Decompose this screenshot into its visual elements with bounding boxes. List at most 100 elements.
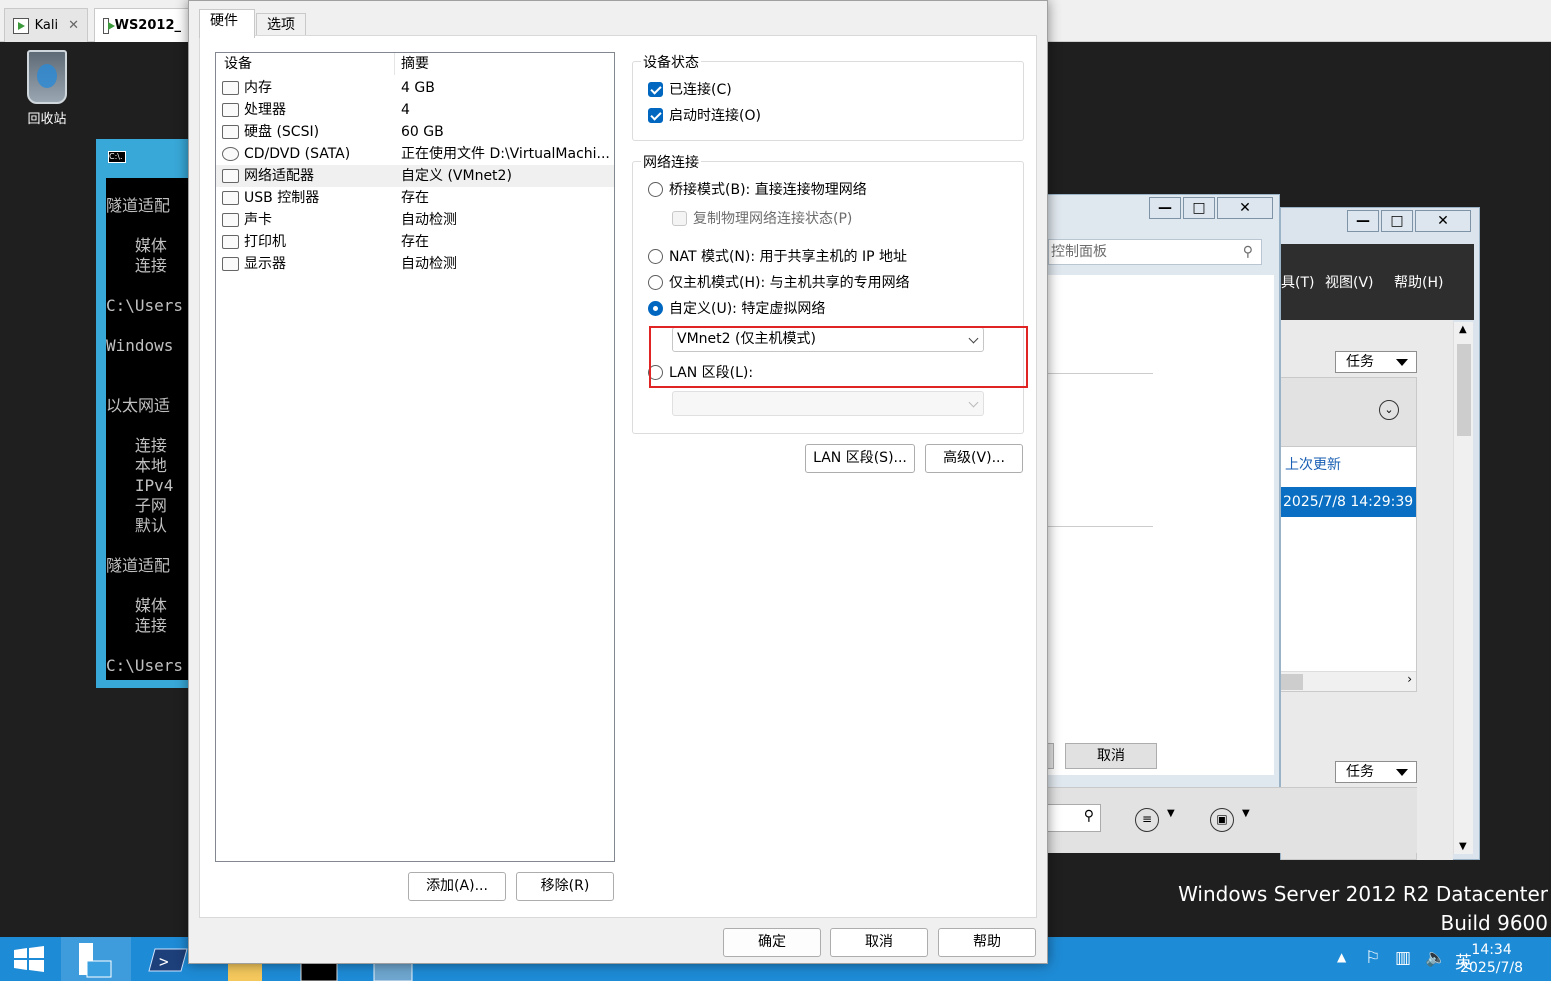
horizontal-scrollbar[interactable]: › [1281, 671, 1416, 691]
console-titlebar[interactable]: C:\. [96, 139, 196, 175]
add-device-button[interactable]: 添加(A)... [408, 872, 506, 901]
harddisk-icon [222, 125, 239, 139]
tab-hardware[interactable]: 硬件 [199, 9, 255, 38]
control-panel-search-input[interactable]: 控制面板 ⚲ [1048, 239, 1262, 265]
scrollbar-thumb[interactable] [1281, 674, 1303, 690]
tasks-dropdown[interactable]: 任务 [1335, 351, 1417, 373]
host-only-radio[interactable]: 仅主机模式(H): 与主机共享的专用网络 [648, 272, 910, 292]
expand-icon[interactable]: ⌄ [1379, 400, 1399, 420]
device-name: 打印机 [244, 234, 286, 250]
cancel-button[interactable]: 取消 [830, 928, 928, 957]
device-row-harddisk[interactable]: 硬盘 (SCSI) 60 GB [216, 121, 614, 143]
console-window[interactable]: C:\. 隧道适配 媒体 连接 C:\Users Windows 以太网适 连接… [96, 139, 196, 688]
vm-tab-label: WS2012_ [114, 18, 181, 33]
taskbar-server-manager[interactable] [61, 937, 131, 981]
vm-settings-dialog[interactable]: 硬件 选项 设备 摘要 内存 4 GB 处理器 4 硬盘 (SCSI) 60 G… [188, 0, 1048, 964]
device-row-cpu[interactable]: 处理器 4 [216, 99, 614, 121]
vm-tab-kali[interactable]: Kali ✕ [4, 8, 88, 42]
clock[interactable]: 14:34 2025/7/8 [1460, 941, 1523, 977]
list-options-icon[interactable]: ≡ [1135, 808, 1159, 832]
device-row-network-adapter[interactable]: 网络适配器 自定义 (VMnet2) [216, 165, 614, 187]
chevron-right-icon[interactable]: › [1407, 672, 1412, 686]
device-row-display[interactable]: 显示器 自动检测 [216, 253, 614, 275]
clock-date: 2025/7/8 [1460, 960, 1523, 976]
nat-radio[interactable]: NAT 模式(N): 用于共享主机的 IP 地址 [648, 246, 907, 266]
ok-button[interactable]: 确定 [723, 928, 821, 957]
action-center-flag-icon[interactable]: ⚐ [1365, 948, 1380, 968]
tab-options[interactable]: 选项 [256, 13, 306, 37]
checkbox-checked-icon[interactable] [648, 81, 663, 97]
recycle-bin[interactable]: 回收站 [12, 50, 82, 127]
column-header-last-update[interactable]: 上次更新 [1285, 454, 1341, 474]
device-list-header: 设备 摘要 [216, 53, 614, 75]
minimize-button[interactable]: — [1149, 197, 1181, 219]
show-hidden-icons-icon[interactable]: ▲ [1337, 950, 1346, 964]
close-icon[interactable]: ✕ [68, 18, 79, 33]
close-button[interactable]: ✕ [1217, 197, 1273, 219]
svg-text:>: > [159, 952, 169, 971]
custom-radio[interactable]: 自定义(U): 特定虚拟网络 [648, 298, 825, 318]
control-panel-window[interactable]: — □ ✕ 控制面板 ⚲ 取消 [1047, 194, 1280, 791]
group-title: 设备状态 [641, 52, 701, 72]
annotation-highlight-box [649, 326, 1028, 388]
ok-button-partial[interactable] [1048, 743, 1054, 769]
tasks-dropdown-2[interactable]: 任务 [1335, 761, 1417, 783]
connect-at-power-on-checkbox[interactable]: 启动时连接(O) [648, 105, 761, 125]
column-header-device[interactable]: 设备 [224, 53, 252, 75]
column-divider[interactable] [394, 53, 395, 75]
vm-tab-ws2012[interactable]: WS2012_ [94, 8, 190, 42]
search-icon[interactable]: ⚲ [1243, 240, 1253, 264]
os-watermark: Windows Server 2012 R2 Datacenter Build … [1178, 880, 1548, 938]
chevron-down-icon[interactable]: ▼ [1459, 841, 1467, 852]
scrollbar-thumb[interactable] [1457, 344, 1471, 436]
caret-down-icon[interactable]: ▼ [1167, 808, 1175, 819]
device-name: CD/DVD (SATA) [244, 146, 351, 162]
radio-icon[interactable] [648, 181, 663, 197]
cancel-button[interactable]: 取消 [1065, 743, 1157, 769]
radio-icon[interactable] [648, 248, 663, 264]
search-icon[interactable]: ⚲ [1084, 808, 1094, 824]
event-list: 上次更新 2025/7/8 14:29:39 › [1281, 447, 1417, 692]
advanced-button[interactable]: 高级(V)... [925, 444, 1023, 473]
maximize-button[interactable]: □ [1183, 197, 1215, 219]
console-output: 隧道适配 媒体 连接 C:\Users Windows 以太网适 连接 本地 I… [106, 178, 196, 680]
maximize-button[interactable]: □ [1381, 210, 1413, 232]
device-row-usb[interactable]: USB 控制器 存在 [216, 187, 614, 209]
menu-view[interactable]: 视图(V) [1325, 272, 1374, 292]
menu-help[interactable]: 帮助(H) [1394, 272, 1443, 292]
lan-segments-button[interactable]: LAN 区段(S)... [805, 444, 915, 473]
lan-segment-select[interactable] [672, 391, 984, 416]
device-row-printer[interactable]: 打印机 存在 [216, 231, 614, 253]
radio-icon[interactable] [648, 274, 663, 290]
vertical-scrollbar[interactable]: ▲ ▼ [1453, 322, 1473, 854]
connected-checkbox[interactable]: 已连接(C) [648, 79, 732, 99]
radio-label: 自定义(U): 特定虚拟网络 [669, 301, 826, 317]
volume-icon[interactable]: 🔈 [1425, 948, 1446, 968]
save-icon[interactable]: ▣ [1210, 808, 1234, 832]
remove-device-button[interactable]: 移除(R) [516, 872, 614, 901]
server-manager-window[interactable]: — □ ✕ 具(T) 视图(V) 帮助(H) 任务 ⌄ 上次更新 2025/7/… [1280, 207, 1480, 860]
device-row-sound[interactable]: 声卡 自动检测 [216, 209, 614, 231]
device-name: 网络适配器 [244, 168, 314, 184]
help-button[interactable]: 帮助 [938, 928, 1036, 957]
network-status-icon[interactable]: ▥ [1395, 948, 1411, 968]
close-button[interactable]: ✕ [1415, 210, 1471, 232]
device-row-memory[interactable]: 内存 4 GB [216, 77, 614, 99]
column-header-summary[interactable]: 摘要 [401, 53, 611, 75]
table-row[interactable]: 2025/7/8 14:29:39 [1281, 487, 1416, 517]
caret-down-icon[interactable]: ▼ [1242, 808, 1250, 819]
bridged-radio[interactable]: 桥接模式(B): 直接连接物理网络 [648, 179, 867, 199]
filter-input[interactable]: ⚲ [1047, 804, 1101, 832]
device-summary: 自动检测 [401, 212, 457, 228]
chevron-up-icon[interactable]: ▲ [1459, 324, 1467, 335]
checkbox-unchecked-icon[interactable] [672, 210, 687, 226]
radio-selected-icon[interactable] [648, 300, 663, 316]
checkbox-checked-icon[interactable] [648, 107, 663, 123]
divider [1048, 373, 1153, 374]
minimize-button[interactable]: — [1347, 210, 1379, 232]
device-row-cdrom[interactable]: CD/DVD (SATA) 正在使用文件 D:\VirtualMachi... [216, 143, 614, 165]
device-list[interactable]: 设备 摘要 内存 4 GB 处理器 4 硬盘 (SCSI) 60 GB CD/D… [215, 52, 615, 862]
start-button[interactable] [0, 937, 58, 981]
menu-tools[interactable]: 具(T) [1281, 272, 1314, 292]
replicate-state-checkbox[interactable]: 复制物理网络连接状态(P) [672, 208, 852, 228]
